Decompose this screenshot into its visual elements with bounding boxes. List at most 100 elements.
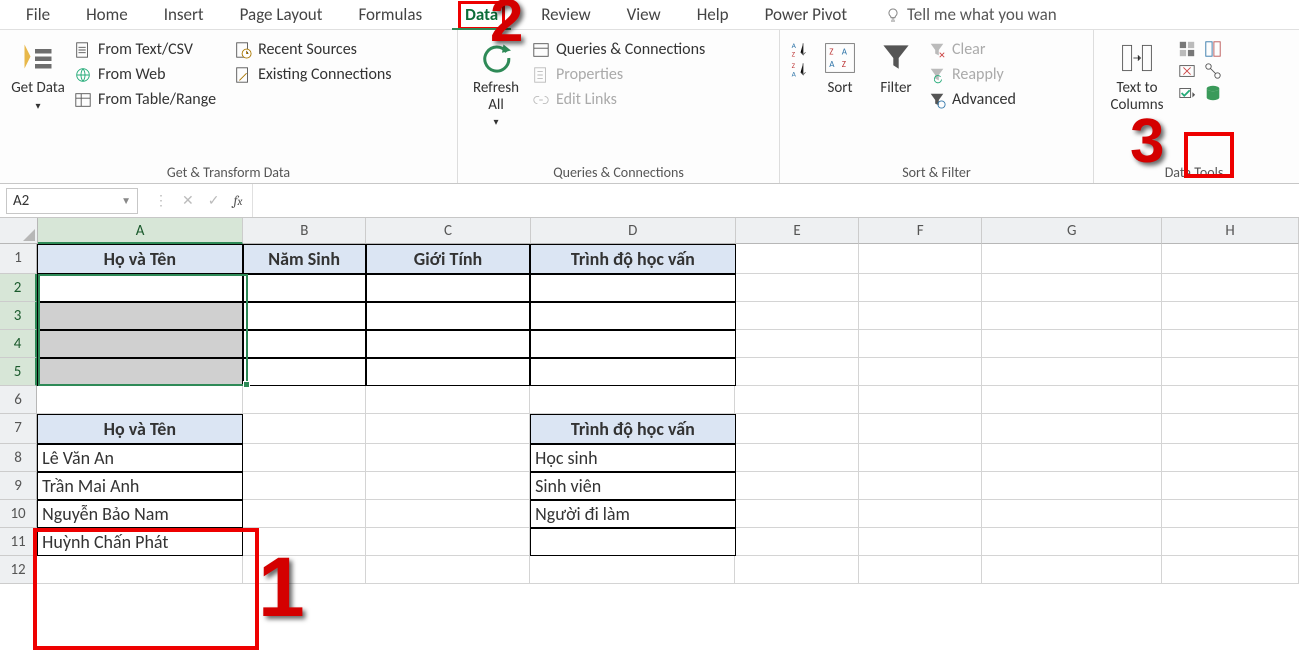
cell-c5[interactable] [366, 358, 530, 386]
tab-file[interactable]: File [8, 0, 68, 29]
cell-d7[interactable]: Trình độ học vấn [530, 414, 735, 444]
tab-help[interactable]: Help [679, 0, 747, 29]
cell-b2[interactable] [243, 274, 366, 302]
refresh-all-button[interactable]: Refresh All [468, 36, 524, 130]
tab-home[interactable]: Home [68, 0, 146, 29]
cell-a3[interactable] [37, 302, 242, 330]
cell-d12[interactable] [530, 556, 735, 584]
cell-d6[interactable] [530, 386, 735, 414]
cell-a11[interactable]: Huỳnh Chấn Phát [37, 528, 242, 556]
sort-za-button[interactable]: ZA [790, 60, 808, 78]
consolidate-button[interactable] [1204, 40, 1222, 58]
cell-c3[interactable] [366, 302, 530, 330]
col-header-a[interactable]: A [38, 218, 243, 244]
cell-h1[interactable] [1162, 244, 1299, 274]
cell-b6[interactable] [243, 386, 366, 414]
cell-e4[interactable] [736, 330, 859, 358]
cell-c7[interactable] [366, 414, 530, 444]
cell-e8[interactable] [736, 444, 859, 472]
row-header-7[interactable]: 7 [0, 414, 37, 444]
row-header-6[interactable]: 6 [0, 386, 37, 414]
cell-h6[interactable] [1162, 386, 1299, 414]
cell-g11[interactable] [982, 528, 1162, 556]
cell-a1[interactable]: Họ và Tên [37, 244, 242, 274]
filter-button[interactable]: Filter [872, 36, 920, 97]
cell-c1[interactable]: Giới Tính [366, 244, 530, 274]
cell-b4[interactable] [243, 330, 366, 358]
existing-connections-button[interactable]: Existing Connections [234, 65, 391, 84]
cell-a6[interactable] [37, 386, 242, 414]
cell-g2[interactable] [982, 274, 1162, 302]
data-validation-button[interactable] [1178, 84, 1196, 102]
cell-c12[interactable] [366, 556, 530, 584]
cell-e2[interactable] [736, 274, 859, 302]
cell-f9[interactable] [859, 472, 982, 500]
cell-g1[interactable] [982, 244, 1162, 274]
cell-a5[interactable] [37, 358, 242, 386]
cell-h2[interactable] [1162, 274, 1299, 302]
cell-d4[interactable] [530, 330, 735, 358]
cell-c8[interactable] [366, 444, 530, 472]
tab-page-layout[interactable]: Page Layout [222, 0, 341, 29]
cell-h10[interactable] [1162, 500, 1299, 528]
cell-a2[interactable] [37, 274, 242, 302]
cell-d3[interactable] [530, 302, 735, 330]
cell-e1[interactable] [736, 244, 859, 274]
cell-g3[interactable] [982, 302, 1162, 330]
cell-d5[interactable] [530, 358, 735, 386]
cell-f6[interactable] [859, 386, 982, 414]
tab-view[interactable]: View [609, 0, 679, 29]
from-web-button[interactable]: From Web [74, 65, 216, 84]
fx-icon[interactable]: fx [233, 192, 242, 209]
cell-c4[interactable] [366, 330, 530, 358]
row-header-10[interactable]: 10 [0, 500, 37, 528]
cell-e9[interactable] [736, 472, 859, 500]
queries-connections-button[interactable]: Queries & Connections [532, 40, 705, 59]
col-header-b[interactable]: B [243, 218, 366, 244]
cell-h11[interactable] [1162, 528, 1299, 556]
cell-f4[interactable] [859, 330, 982, 358]
cell-b9[interactable] [243, 472, 366, 500]
relationships-button[interactable] [1204, 62, 1222, 80]
cell-b7[interactable] [243, 414, 366, 444]
formula-input[interactable] [253, 184, 1299, 217]
advanced-filter-button[interactable]: Advanced [928, 90, 1016, 109]
tab-formulas[interactable]: Formulas [340, 0, 440, 29]
row-header-3[interactable]: 3 [0, 302, 37, 330]
cell-g5[interactable] [982, 358, 1162, 386]
cell-f2[interactable] [859, 274, 982, 302]
cell-e7[interactable] [736, 414, 859, 444]
cell-b12[interactable] [243, 556, 366, 584]
cell-h7[interactable] [1162, 414, 1299, 444]
from-text-csv-button[interactable]: From Text/CSV [74, 40, 216, 59]
cell-f8[interactable] [859, 444, 982, 472]
cell-c10[interactable] [366, 500, 530, 528]
cell-f7[interactable] [859, 414, 982, 444]
sort-az-button[interactable]: AZ [790, 40, 808, 58]
cell-c9[interactable] [366, 472, 530, 500]
row-header-12[interactable]: 12 [0, 556, 37, 584]
cell-f12[interactable] [859, 556, 982, 584]
tab-data[interactable]: Data [440, 0, 523, 29]
cell-d11[interactable] [530, 528, 735, 556]
cell-d10[interactable]: Người đi làm [530, 500, 735, 528]
col-header-d[interactable]: D [531, 218, 736, 244]
tell-me[interactable]: Tell me what you wan [885, 4, 1057, 25]
row-header-2[interactable]: 2 [0, 274, 37, 302]
recent-sources-button[interactable]: Recent Sources [234, 40, 391, 59]
tab-review[interactable]: Review [523, 0, 608, 29]
cell-g6[interactable] [982, 386, 1162, 414]
cell-e12[interactable] [735, 556, 858, 584]
cell-b10[interactable] [243, 500, 366, 528]
col-header-h[interactable]: H [1162, 218, 1299, 244]
from-table-range-button[interactable]: From Table/Range [74, 90, 216, 109]
cell-a4[interactable] [37, 330, 242, 358]
cell-f11[interactable] [859, 528, 982, 556]
cell-e10[interactable] [736, 500, 859, 528]
cell-c6[interactable] [366, 386, 530, 414]
cell-b1[interactable]: Năm Sinh [243, 244, 366, 274]
cell-e6[interactable] [735, 386, 858, 414]
cell-c2[interactable] [366, 274, 530, 302]
cell-h9[interactable] [1162, 472, 1299, 500]
cell-h8[interactable] [1162, 444, 1299, 472]
